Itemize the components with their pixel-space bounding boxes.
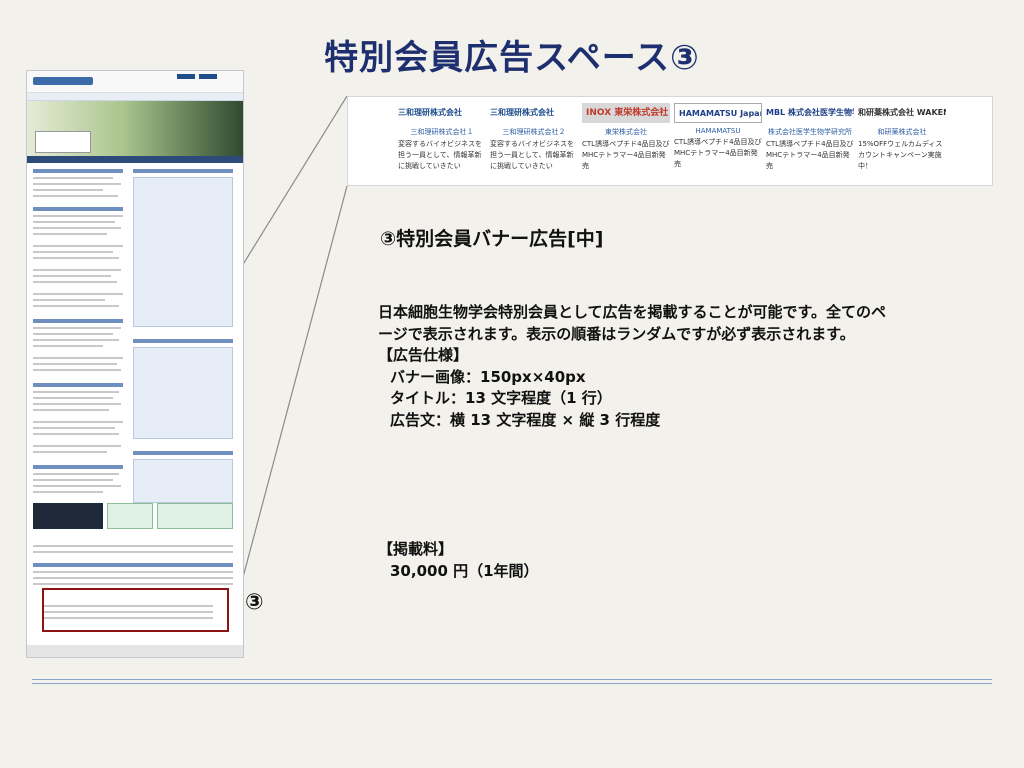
website-thumbnail: [26, 70, 244, 658]
thumb-footer: [27, 645, 243, 657]
thumb-header: [27, 71, 243, 93]
thumb-hero: [27, 101, 243, 163]
spec-title-length: タイトル：13 文字程度（1 行）: [390, 389, 612, 407]
banner-ad-name[interactable]: 三和理研株式会社２: [490, 127, 578, 137]
banner-ad[interactable]: 三和理研株式会社 三和理研株式会社１ 変容するバイオビジネスを担う一員として、情…: [396, 103, 488, 185]
banner-ad-logo: MBL 株式会社医学生物学研究所: [766, 108, 854, 117]
fee-block: 【掲載料】 30,000 円（1年間）: [378, 539, 778, 582]
banner-ad-name[interactable]: HAMAMATSU: [674, 127, 762, 135]
section-subheading: ③特別会員バナー広告[中]: [380, 228, 604, 250]
banner-ad[interactable]: HAMAMATSU Japan HAMAMATSU CTL誘導ペプチド4品目及び…: [672, 103, 764, 185]
banner-area-marker: ③: [245, 590, 264, 615]
banner-ad-logo: INOX 東栄株式会社: [582, 103, 670, 123]
spec-banner-size: バナー画像：150px×40px: [390, 367, 586, 386]
spec-heading: 【広告仕様】: [378, 346, 469, 364]
banner-ad-description: CTL誘導ペプチド4品目及びMHCテトラマー4品目新発売: [582, 140, 670, 170]
banner-ad-logo: 三和理研株式会社: [398, 108, 462, 117]
banner-ad-logo: 三和理研株式会社: [490, 108, 554, 117]
zoomed-banner-strip: 三和理研株式会社 三和理研株式会社１ 変容するバイオビジネスを担う一員として、情…: [347, 96, 993, 186]
banner-ad-name[interactable]: 株式会社医学生物学研究所: [766, 127, 854, 137]
footer-divider: [32, 679, 992, 680]
thumb-content: [27, 163, 243, 633]
banner-ad-description: 15%OFFウェルカムディスカウントキャンペーン実施中！: [858, 140, 943, 170]
banner-ad[interactable]: 三和理研株式会社 三和理研株式会社２ 変容するバイオビジネスを担う一員として、情…: [488, 103, 580, 185]
banner-ad-description: 変容するバイオビジネスを担う一員として、情報革新に挑戦していきたい: [398, 140, 482, 170]
banner-area-highlight: [42, 588, 229, 632]
banner-ad[interactable]: MBL 株式会社医学生物学研究所 株式会社医学生物学研究所 CTL誘導ペプチド4…: [764, 103, 856, 185]
ad-description-block: 日本細胞生物学会特別会員として広告を掲載することが可能です。全てのペ ージで表示…: [378, 302, 978, 431]
banner-ad[interactable]: INOX 東栄株式会社 東栄株式会社 CTL誘導ペプチド4品目及びMHCテトラマ…: [580, 103, 672, 185]
banner-ad-logo: HAMAMATSU Japan: [674, 103, 762, 123]
banner-ad-description: 変容するバイオビジネスを担う一員として、情報革新に挑戦していきたい: [490, 140, 574, 170]
description-line: 日本細胞生物学会特別会員として広告を掲載することが可能です。全てのペ: [378, 303, 887, 321]
banner-ad-description: CTL誘導ペプチド4品目及びMHCテトラマー4品目新発売: [674, 138, 762, 168]
banner-ad-name[interactable]: 和研薬株式会社: [858, 127, 946, 137]
description-line: ージで表示されます。表示の順番はランダムですが必ず表示されます。: [378, 324, 855, 343]
thumb-nav: [27, 93, 243, 101]
fee-value: 30,000 円（1年間）: [390, 561, 539, 580]
banner-ad-logo: 和研薬株式会社 WAKENYAKU CO.,LTD.: [858, 108, 946, 117]
banner-ad-name[interactable]: 三和理研株式会社１: [398, 127, 486, 137]
banner-ad-name[interactable]: 東栄株式会社: [582, 127, 670, 137]
footer-divider: [32, 683, 992, 684]
banner-ad[interactable]: 和研薬株式会社 WAKENYAKU CO.,LTD. 和研薬株式会社 15%OF…: [856, 103, 948, 185]
fee-heading: 【掲載料】: [378, 540, 454, 558]
spec-text-length: 広告文：横 13 文字程度 × 縦 3 行程度: [390, 410, 661, 429]
banner-ad-description: CTL誘導ペプチド4品目及びMHCテトラマー4品目新発売: [766, 140, 854, 170]
